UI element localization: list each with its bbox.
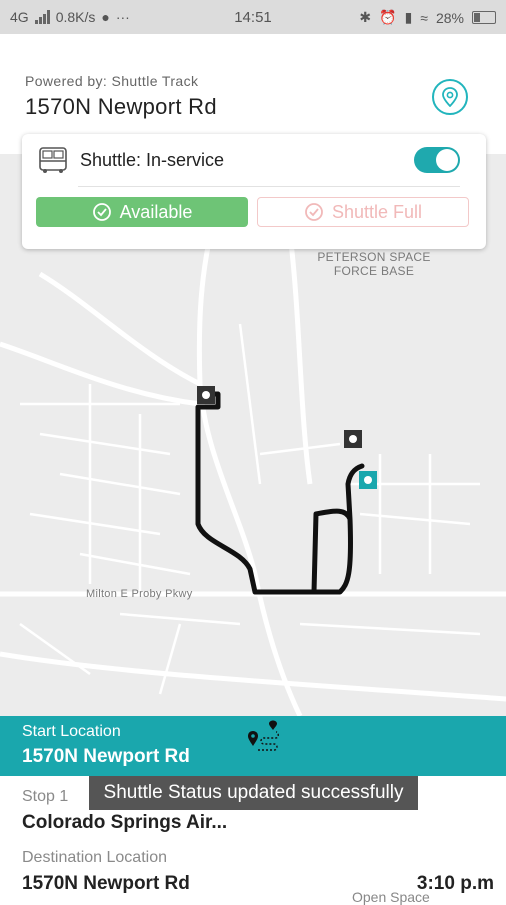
wifi-icon: ≈ [420, 9, 428, 26]
powered-by: Powered by: Shuttle Track [25, 73, 199, 89]
route-icon [248, 720, 279, 751]
stop-label: Stop 1 [22, 788, 69, 805]
in-service-toggle[interactable] [414, 147, 460, 173]
check-circle-icon [305, 203, 323, 221]
shuttle-full-label: Shuttle Full [331, 201, 423, 222]
destination-label: Destination Location [22, 849, 167, 866]
available-button[interactable]: Available [36, 197, 248, 227]
battery-percent: 28% [435, 9, 464, 26]
shuttle-full-button[interactable]: Shuttle Full [257, 197, 469, 227]
location-button[interactable] [432, 79, 468, 115]
start-location-panel[interactable]: Start Location 1570N Newport Rd [0, 716, 506, 776]
bus-icon [39, 147, 67, 173]
stop-marker[interactable] [344, 430, 362, 448]
map-label-milton: Milton E Proby Pkwy [86, 588, 193, 600]
shuttle-status-card: Shuttle: In-service Available Shuttle Fu… [22, 134, 486, 249]
battery-icon [472, 11, 496, 24]
divider [78, 186, 460, 187]
status-bar: 4G 0.8K/s ● ··· 14:51 ✱ ⏰ ▮ ≈ 28% [0, 0, 506, 34]
route-line [195, 391, 365, 595]
map-label-peterson: PETERSON SPACE FORCE BASE [317, 250, 431, 278]
stop-marker-current[interactable] [359, 471, 377, 489]
check-circle-icon [92, 203, 111, 221]
vibrate-icon: ▮ [404, 9, 413, 25]
bluetooth-icon: ✱ [359, 9, 372, 25]
map-label-open-space: Open Space [352, 889, 430, 905]
shuttle-status-label: Shuttle: In-service [80, 149, 225, 170]
destination-value[interactable]: 1570N Newport Rd [22, 873, 190, 895]
status-right: ✱ ⏰ ▮ ≈ 28% [359, 9, 496, 26]
stop-value[interactable]: Colorado Springs Air... [22, 812, 227, 834]
start-location-label: Start Location [22, 723, 121, 740]
alarm-icon: ⏰ [379, 9, 397, 25]
location-pin-icon [442, 87, 458, 107]
available-label: Available [119, 201, 193, 222]
toast-message: Shuttle Status updated successfully [89, 776, 418, 810]
current-address: 1570N Newport Rd [25, 94, 217, 119]
start-location-value: 1570N Newport Rd [22, 746, 190, 767]
shuttle-row: Shuttle: In-service [36, 146, 224, 174]
stop-marker-start[interactable] [197, 386, 215, 404]
